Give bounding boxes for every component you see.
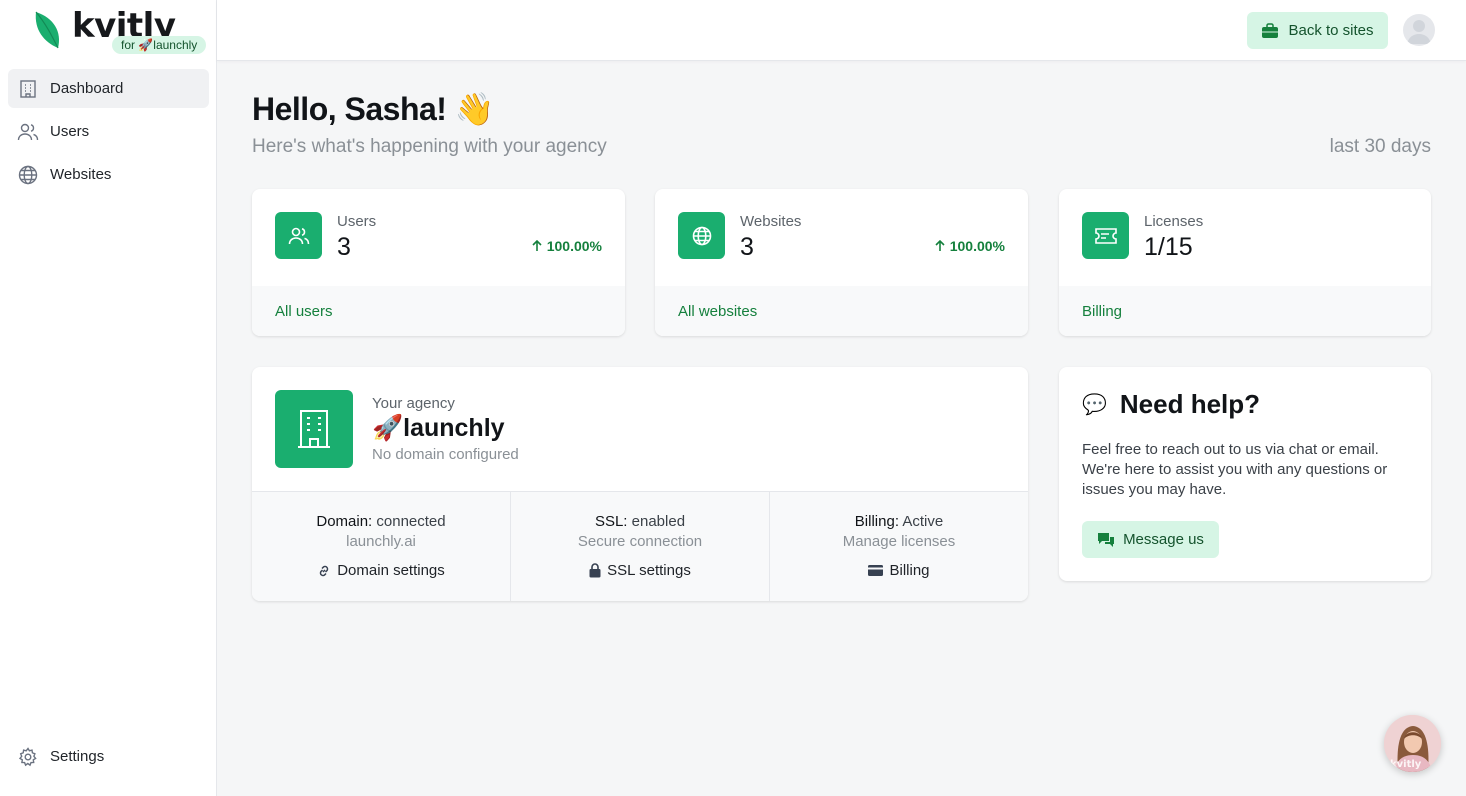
status-value: Active — [902, 513, 944, 530]
agency-status-grid: Domain: connected launchly.ai Domain set… — [252, 491, 1028, 601]
period-label: last 30 days — [1329, 136, 1431, 157]
leaf-icon — [35, 11, 60, 49]
billing-link[interactable]: Billing — [1082, 303, 1122, 320]
link-label: Billing — [889, 562, 930, 579]
stat-label: Licenses — [1144, 213, 1204, 230]
page-subtitle: Here's what's happening with your agency — [252, 136, 607, 157]
credit-card-icon — [868, 565, 884, 576]
status-sub: Secure connection — [577, 533, 703, 550]
link-label: Domain settings — [337, 562, 445, 579]
stat-change: 100.00% — [935, 238, 1005, 254]
logo[interactable]: kvitly for 🚀launchly — [34, 6, 214, 58]
status-value: connected — [376, 513, 446, 530]
user-avatar[interactable] — [1403, 14, 1435, 46]
back-to-sites-button[interactable]: Back to sites — [1247, 12, 1388, 49]
sidebar-item-users[interactable]: Users — [8, 112, 209, 151]
agency-name: 🚀launchly — [372, 414, 505, 442]
help-card: 💬 Need help? Feel free to reach out to u… — [1059, 367, 1431, 581]
stat-card-websites: Websites 3 100.00% All websites — [655, 189, 1028, 336]
link-icon — [317, 564, 331, 578]
ssl-status: SSL: enabled Secure connection SSL setti… — [511, 492, 770, 601]
stat-value: 3 — [337, 233, 351, 261]
users-icon — [275, 212, 322, 259]
message-us-button[interactable]: Message us — [1082, 521, 1219, 558]
chat-icon — [1097, 532, 1115, 548]
sidebar-nav: Dashboard Users Websites — [8, 69, 209, 198]
status-sub: Manage licenses — [842, 533, 956, 550]
sidebar-item-dashboard[interactable]: Dashboard — [8, 69, 209, 108]
page-title: Hello, Sasha! 👋 — [252, 91, 495, 127]
billing-settings-link[interactable]: Billing — [868, 562, 930, 579]
stat-change: 100.00% — [532, 238, 602, 254]
sidebar-item-label: Dashboard — [50, 80, 124, 97]
chat-widget-tag: kvitly — [1390, 759, 1422, 770]
lock-icon — [589, 563, 601, 578]
chat-widget-button[interactable]: kvitly — [1384, 715, 1441, 772]
stat-change-value: 100.00% — [546, 238, 602, 254]
status-sub: launchly.ai — [346, 533, 416, 550]
sidebar-item-settings[interactable]: Settings — [8, 737, 209, 776]
arrow-up-icon — [935, 240, 945, 252]
stat-footer: All websites — [655, 286, 1028, 336]
ticket-icon — [1082, 212, 1129, 259]
speech-bubble-icon: 💬 — [1082, 394, 1107, 416]
status-value: enabled — [631, 513, 686, 530]
sidebar-item-label: Websites — [50, 166, 112, 183]
globe-icon — [17, 164, 39, 186]
stat-value: 1/15 — [1144, 233, 1193, 261]
sidebar: kvitly for 🚀launchly Dashboard Users Web… — [0, 0, 217, 796]
agency-domain-note: No domain configured — [372, 446, 519, 463]
sidebar-bottom: Settings — [8, 737, 209, 780]
stat-card-users: Users 3 100.00% All users — [252, 189, 625, 336]
message-us-label: Message us — [1123, 531, 1204, 548]
globe-icon — [678, 212, 725, 259]
all-websites-link[interactable]: All websites — [678, 303, 757, 320]
agency-card: Your agency 🚀launchly No domain configur… — [252, 367, 1028, 601]
domain-settings-link[interactable]: Domain settings — [317, 562, 445, 579]
sidebar-item-label: Settings — [50, 748, 105, 765]
status-key: SSL: — [594, 513, 628, 530]
briefcase-icon — [1261, 22, 1279, 39]
status-key: Billing: — [854, 513, 899, 530]
help-text: Feel free to reach out to us via chat or… — [1082, 441, 1388, 498]
domain-status: Domain: connected launchly.ai Domain set… — [252, 492, 511, 601]
stat-value: 3 — [740, 233, 754, 261]
arrow-up-icon — [532, 240, 542, 252]
building-icon — [17, 78, 39, 100]
users-icon — [17, 121, 39, 143]
billing-status: Billing: Active Manage licenses Billing — [770, 492, 1028, 601]
stat-card-licenses: Licenses 1/15 Billing — [1059, 189, 1431, 336]
stat-label: Websites — [740, 213, 802, 230]
agency-badge: for 🚀launchly — [112, 36, 207, 54]
logo-text: kvitly — [72, 6, 176, 40]
ssl-settings-link[interactable]: SSL settings — [589, 562, 691, 579]
building-icon — [275, 390, 353, 468]
sidebar-item-label: Users — [50, 123, 90, 140]
help-title: Need help? — [1119, 389, 1261, 419]
topbar: Back to sites — [217, 0, 1466, 61]
stat-label: Users — [337, 213, 377, 230]
link-label: SSL settings — [607, 562, 691, 579]
back-to-sites-label: Back to sites — [1288, 22, 1374, 39]
stat-footer: Billing — [1059, 286, 1431, 336]
sidebar-item-websites[interactable]: Websites — [8, 155, 209, 194]
stat-change-value: 100.00% — [949, 238, 1005, 254]
stat-footer: All users — [252, 286, 625, 336]
all-users-link[interactable]: All users — [275, 303, 333, 320]
status-key: Domain: — [316, 513, 373, 530]
gear-icon — [17, 746, 39, 768]
agency-label: Your agency — [372, 395, 455, 412]
